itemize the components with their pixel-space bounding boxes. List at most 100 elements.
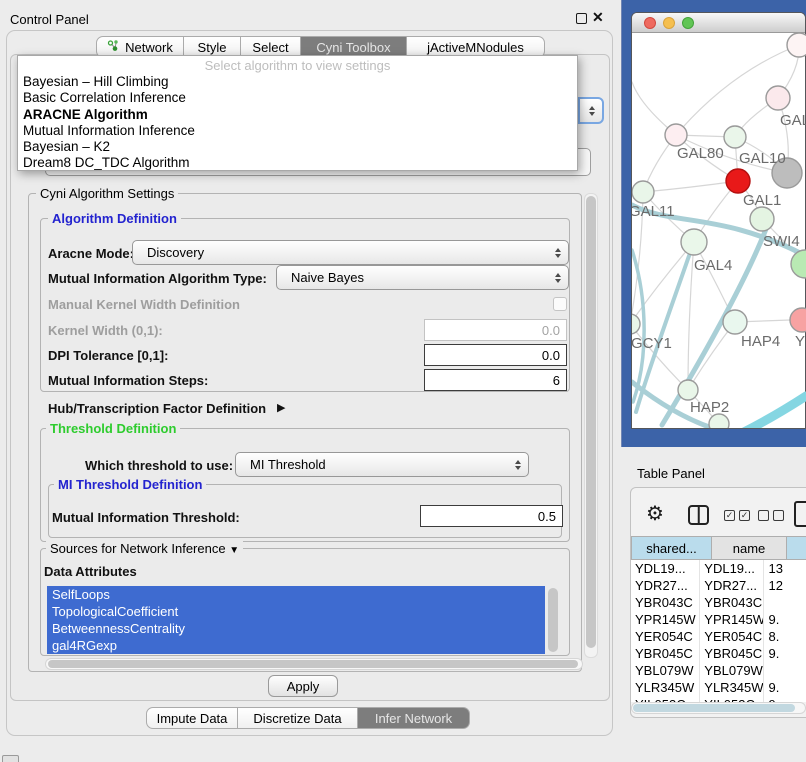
network-node-gal80[interactable] [665, 124, 687, 146]
columns-icon[interactable] [688, 505, 709, 525]
mi-threshold-group-title: MI Threshold Definition [54, 477, 206, 492]
control-panel-title: Control Panel [10, 12, 89, 27]
network-node[interactable] [709, 414, 729, 428]
network-node[interactable] [791, 250, 806, 278]
mi-steps-value: 6 [553, 373, 560, 388]
column-header-shared-[interactable]: shared... [631, 536, 712, 560]
close-panel-icon[interactable]: ✕ [592, 9, 604, 26]
table-cell: 9. [764, 611, 806, 628]
tab-label: Infer Network [375, 711, 452, 726]
table-cell: YER054C [700, 628, 764, 645]
dpi-tolerance-label: DPI Tolerance [0,1]: [48, 348, 168, 363]
column-header-name[interactable]: name [712, 536, 787, 560]
sources-collapse-icon[interactable]: ▼ [229, 545, 239, 556]
network-node-gal11[interactable] [632, 181, 654, 203]
sources-title-text: Sources for Network Inference [50, 541, 226, 556]
table-row[interactable]: YDL19...YDL19...13 [631, 560, 806, 577]
dpi-tolerance-field[interactable]: 0.0 [424, 344, 567, 366]
algorithm-combobox-partial[interactable] [578, 97, 604, 124]
column-header-a[interactable]: A [787, 536, 806, 560]
table-cell: 9. [764, 679, 806, 696]
aracne-mode-combobox[interactable]: Discovery [132, 240, 569, 265]
network-node[interactable] [787, 33, 806, 57]
algorithm-dropdown-list: Bayesian – Hill ClimbingBasic Correlatio… [18, 74, 577, 172]
network-node-gcy1[interactable] [632, 314, 640, 334]
table-cell: 9. [764, 645, 806, 662]
settings-hscroll-thumb[interactable] [48, 660, 578, 668]
table-row[interactable]: YBL079WYBL079W [631, 662, 806, 679]
hub-expander-icon[interactable]: ▶ [277, 401, 285, 414]
algorithm-option-dream8-dc-tdc-algorithm[interactable]: Dream8 DC_TDC Algorithm [18, 155, 577, 171]
page-icon[interactable] [794, 501, 806, 527]
algorithm-option-bayesian-hill-climbing[interactable]: Bayesian – Hill Climbing [18, 74, 577, 90]
table-row[interactable]: YPR145WYPR145W9. [631, 611, 806, 628]
table-cell: YDL19... [700, 560, 764, 577]
settings-vscroll-thumb[interactable] [586, 196, 596, 648]
network-node-label: Y [795, 333, 805, 350]
network-node-label: HAP2 [690, 399, 729, 416]
apply-button[interactable]: Apply [268, 675, 338, 697]
table-cell: YBR045C [700, 645, 764, 662]
algorithm-option-aracne-algorithm[interactable]: ARACNE Algorithm [18, 107, 577, 123]
table-panel-title: Table Panel [637, 466, 705, 481]
checked-boxes-icon[interactable]: ✓✓ [724, 510, 750, 521]
table-cell: YPR145W [631, 611, 700, 628]
float-panel-icon[interactable] [576, 13, 587, 24]
cyni-settings-title: Cyni Algorithm Settings [36, 186, 178, 201]
mi-algorithm-type-combobox[interactable]: Naive Bayes [276, 265, 569, 290]
network-window-titlebar[interactable] [632, 13, 805, 33]
close-light[interactable] [644, 17, 656, 29]
table-cell: YBL079W [631, 662, 700, 679]
network-node-gal1[interactable] [726, 169, 750, 193]
table-cell: 12 [764, 577, 806, 594]
table-row[interactable]: YER054CYER054C8. [631, 628, 806, 645]
mi-steps-field[interactable]: 6 [424, 369, 567, 391]
screen: Control Panel ✕ NetworkStyleSelectCyni T… [0, 0, 806, 762]
attributes-list-scrollbar[interactable] [548, 588, 558, 652]
network-node-hap2[interactable] [678, 380, 698, 400]
algorithm-option-basic-correlation-inference[interactable]: Basic Correlation Inference [18, 90, 577, 106]
table-row[interactable]: YBR045CYBR045C9. [631, 645, 806, 662]
kernel-width-label: Kernel Width (0,1): [48, 323, 163, 338]
algorithm-option-bayesian-k2[interactable]: Bayesian – K2 [18, 139, 577, 155]
manual-kernel-checkbox[interactable] [553, 297, 567, 311]
network-canvas[interactable]: GALGAL80GAL10GAL1GAL11SWI4GAL4GCY1HAP4YH… [632, 32, 806, 428]
network-node-swi4[interactable] [750, 207, 774, 231]
table-hscroll-thumb[interactable] [633, 704, 795, 712]
attribute-selfloops[interactable]: SelfLoops [47, 586, 545, 603]
table-row[interactable]: YDR27...YDR27...12 [631, 577, 806, 594]
unchecked-boxes-icon[interactable] [758, 510, 784, 521]
gear-icon[interactable]: ⚙ [646, 503, 664, 525]
network-node-y[interactable] [790, 308, 806, 332]
which-threshold-combobox[interactable]: MI Threshold [235, 452, 529, 477]
mi-algorithm-type-label: Mutual Information Algorithm Type: [48, 271, 267, 286]
tab-label: jActiveMNodules [427, 40, 524, 55]
tab-impute-data[interactable]: Impute Data [146, 707, 238, 729]
aracne-mode-value: Discovery [147, 245, 204, 260]
network-edge[interactable] [643, 181, 738, 192]
control-panel-bottom-tabs: Impute DataDiscretize Data Infer Network [146, 707, 470, 730]
zoom-light[interactable] [682, 17, 694, 29]
which-threshold-label: Which threshold to use: [85, 458, 233, 473]
mi-threshold-field[interactable]: 0.5 [420, 505, 563, 527]
network-edge[interactable] [740, 396, 806, 428]
table-row[interactable]: YBR043CYBR043C [631, 594, 806, 611]
attribute-betweennesscentrality[interactable]: BetweennessCentrality [47, 620, 545, 637]
network-node-gal[interactable] [766, 86, 790, 110]
collapsed-panel-icon[interactable] [2, 755, 19, 762]
table-row[interactable]: YLR345WYLR345W9. [631, 679, 806, 696]
table-cell: YBL079W [700, 662, 764, 679]
minimize-light[interactable] [663, 17, 675, 29]
network-node-hap4[interactable] [723, 310, 747, 334]
kernel-width-field[interactable]: 0.0 [424, 319, 567, 341]
network-node-gal10[interactable] [724, 126, 746, 148]
data-attributes-list: SelfLoopsTopologicalCoefficientBetweenne… [47, 586, 545, 654]
tab-discretize-data[interactable]: Discretize Data [238, 707, 358, 729]
attribute-topologicalcoefficient[interactable]: TopologicalCoefficient [47, 603, 545, 620]
data-attributes-label: Data Attributes [44, 564, 137, 579]
attribute-gal4rgexp[interactable]: gal4RGexp [47, 637, 545, 654]
algorithm-option-mutual-information-inference[interactable]: Mutual Information Inference [18, 123, 577, 139]
network-node-label: GCY1 [632, 335, 672, 352]
tab-infer-network[interactable]: Infer Network [358, 707, 470, 729]
network-node-gal4[interactable] [681, 229, 707, 255]
